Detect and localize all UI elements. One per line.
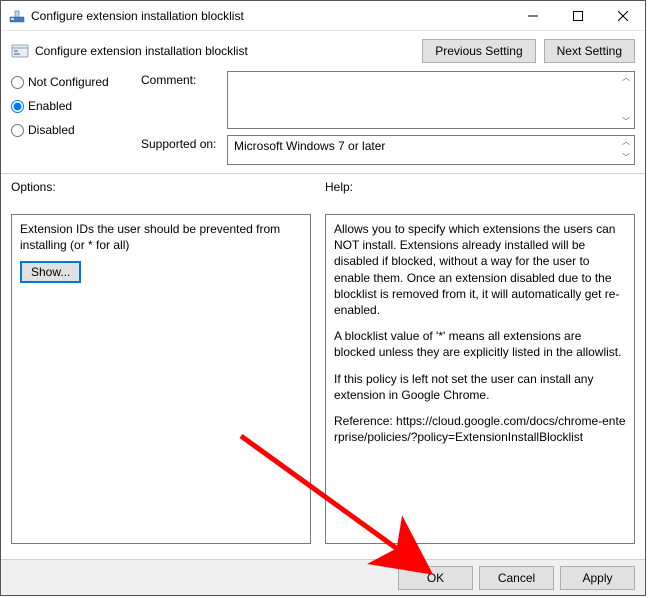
supported-scrollbar[interactable]: ︿ ﹀: [619, 137, 633, 163]
state-radio-group: Not Configured Enabled Disabled: [11, 71, 141, 165]
scroll-down-icon[interactable]: ﹀: [619, 100, 633, 127]
config-area: Not Configured Enabled Disabled Comment:…: [1, 67, 645, 174]
scroll-down-icon[interactable]: ﹀: [619, 150, 633, 163]
next-setting-button[interactable]: Next Setting: [544, 39, 635, 63]
ok-button[interactable]: OK: [398, 566, 473, 590]
window-controls: [510, 1, 645, 30]
policy-editor-window: Configure extension installation blockli…: [0, 0, 646, 596]
scroll-up-icon[interactable]: ︿: [619, 137, 633, 150]
fields-column: Comment: ︿ ﹀ Supported on: Microsoft Win…: [141, 71, 635, 165]
help-label: Help:: [325, 180, 635, 194]
window-title: Configure extension installation blockli…: [31, 9, 244, 23]
app-icon: [9, 8, 25, 24]
dialog-footer: OK Cancel Apply: [1, 559, 645, 595]
supported-label: Supported on:: [141, 135, 221, 151]
radio-disabled[interactable]: Disabled: [11, 123, 141, 137]
radio-not-configured-input[interactable]: [11, 76, 24, 89]
options-description: Extension IDs the user should be prevent…: [20, 221, 302, 253]
scroll-up-icon[interactable]: ︿: [619, 73, 633, 100]
maximize-button[interactable]: [555, 1, 600, 30]
comment-label: Comment:: [141, 71, 221, 87]
options-label: Options:: [11, 180, 311, 194]
close-button[interactable]: [600, 1, 645, 30]
help-paragraph-1: Allows you to specify which extensions t…: [334, 221, 626, 318]
options-panel: Extension IDs the user should be prevent…: [11, 214, 311, 544]
help-paragraph-2: A blocklist value of '*' means all exten…: [334, 328, 626, 360]
supported-field: Microsoft Windows 7 or later ︿ ﹀: [227, 135, 635, 165]
header-row: Configure extension installation blockli…: [1, 31, 645, 67]
radio-enabled-input[interactable]: [11, 100, 24, 113]
comment-scrollbar[interactable]: ︿ ﹀: [619, 73, 633, 127]
radio-disabled-label: Disabled: [28, 123, 75, 137]
radio-disabled-input[interactable]: [11, 124, 24, 137]
policy-icon: [11, 42, 29, 60]
supported-row: Supported on: Microsoft Windows 7 or lat…: [141, 135, 635, 165]
radio-not-configured[interactable]: Not Configured: [11, 75, 141, 89]
comment-textarea[interactable]: ︿ ﹀: [227, 71, 635, 129]
help-paragraph-4: Reference: https://cloud.google.com/docs…: [334, 413, 626, 445]
policy-nav: Previous Setting Next Setting: [422, 39, 635, 63]
options-column: Options: Extension IDs the user should b…: [11, 180, 311, 544]
help-paragraph-3: If this policy is left not set the user …: [334, 371, 626, 403]
help-column: Help: Allows you to specify which extens…: [325, 180, 635, 544]
lower-area: Options: Extension IDs the user should b…: [1, 174, 645, 544]
apply-button[interactable]: Apply: [560, 566, 635, 590]
title-bar: Configure extension installation blockli…: [1, 1, 645, 31]
help-panel: Allows you to specify which extensions t…: [325, 214, 635, 544]
previous-setting-button[interactable]: Previous Setting: [422, 39, 535, 63]
cancel-button[interactable]: Cancel: [479, 566, 554, 590]
show-button[interactable]: Show...: [20, 261, 81, 283]
radio-not-configured-label: Not Configured: [28, 75, 109, 89]
radio-enabled-label: Enabled: [28, 99, 72, 113]
radio-enabled[interactable]: Enabled: [11, 99, 141, 113]
minimize-button[interactable]: [510, 1, 555, 30]
policy-title: Configure extension installation blockli…: [35, 44, 248, 58]
comment-row: Comment: ︿ ﹀: [141, 71, 635, 129]
supported-value: Microsoft Windows 7 or later: [234, 139, 385, 153]
